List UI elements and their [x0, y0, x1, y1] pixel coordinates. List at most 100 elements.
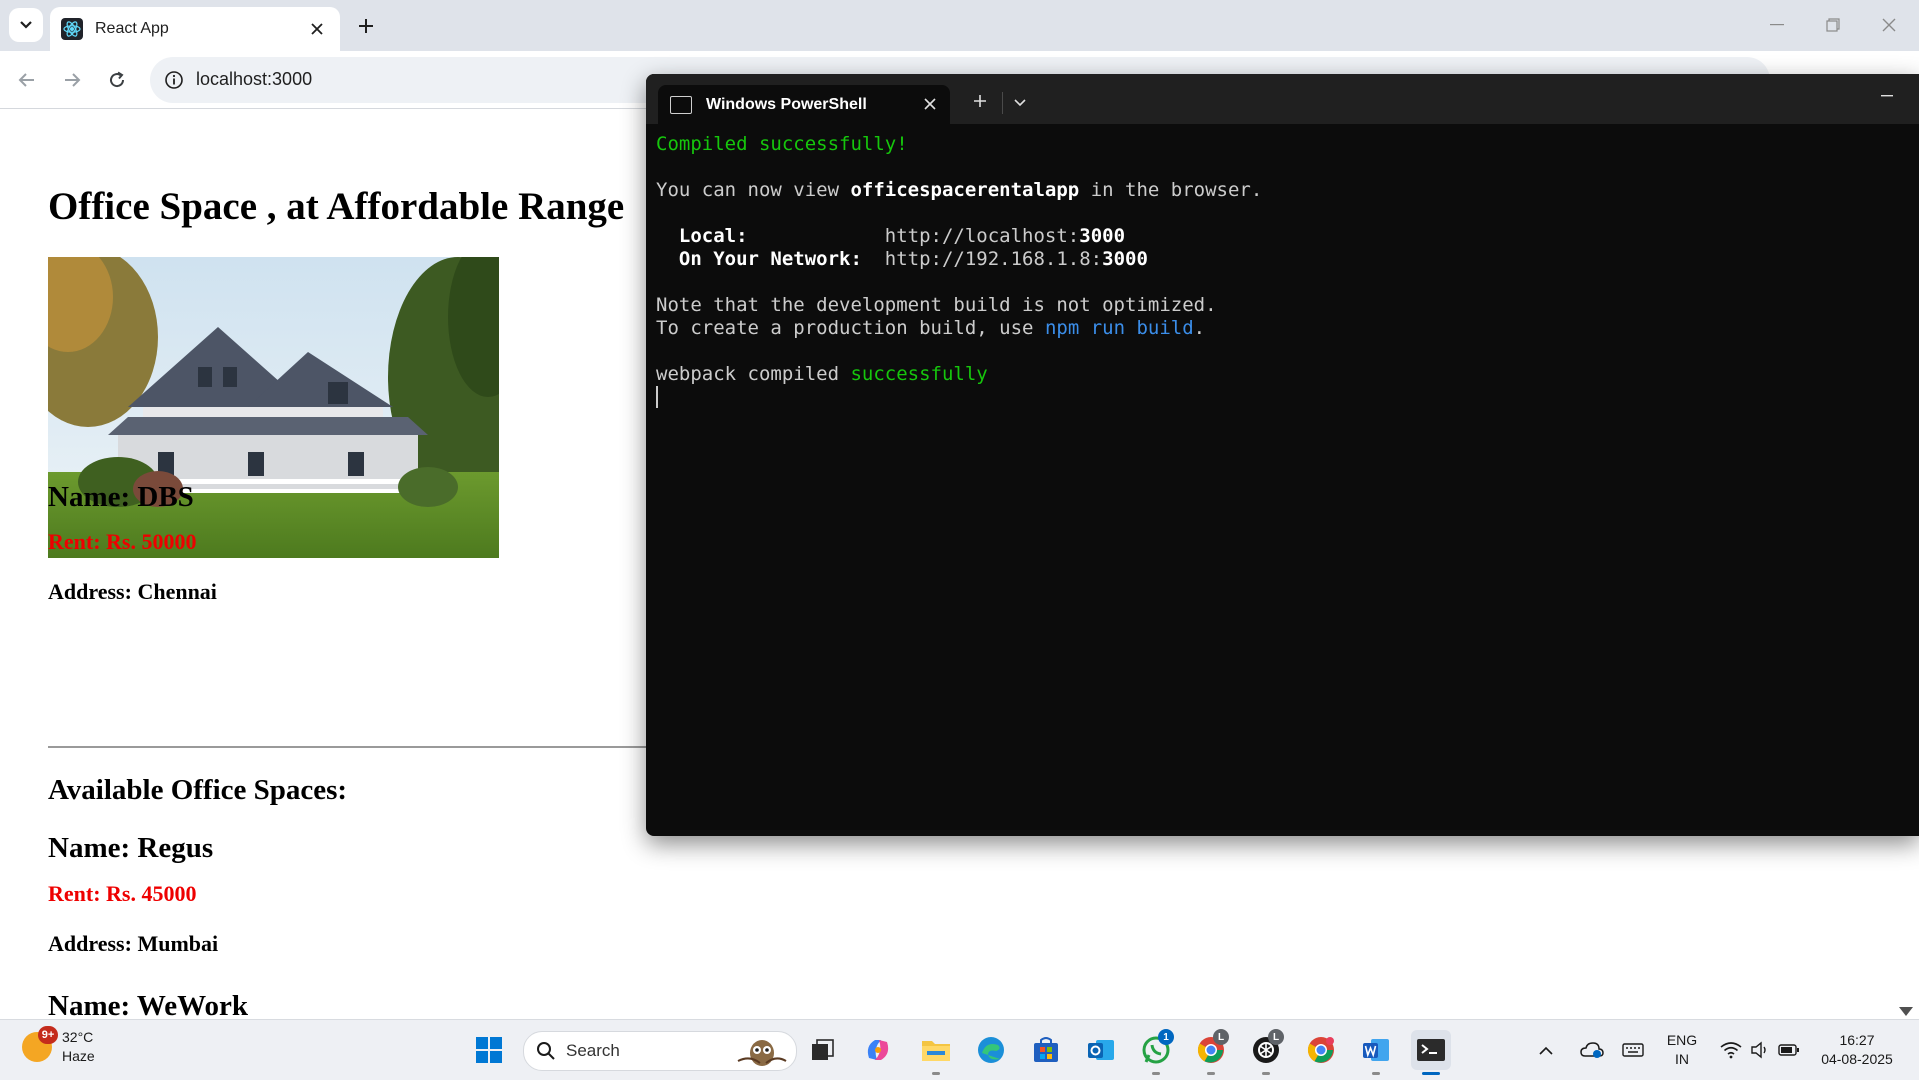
terminal-button[interactable]	[1411, 1030, 1451, 1070]
office-item-address: Address: Mumbai	[48, 931, 219, 956]
word-icon	[1363, 1039, 1389, 1061]
terminal-titlebar-separator	[1002, 92, 1003, 114]
start-button[interactable]	[469, 1030, 509, 1070]
input-language-indicator[interactable]: ENG IN	[1660, 1031, 1704, 1069]
chevron-down-icon	[20, 21, 32, 29]
terminal-new-tab-button[interactable]	[969, 90, 991, 112]
react-logo-icon	[61, 18, 83, 40]
terminal-tab[interactable]: Windows PowerShell	[658, 85, 950, 124]
plus-icon	[974, 95, 986, 107]
battery-icon	[1778, 1044, 1799, 1056]
task-view-button[interactable]	[803, 1030, 843, 1070]
new-tab-button[interactable]	[352, 12, 380, 40]
clock[interactable]: 16:27 04-08-2025	[1814, 1031, 1900, 1069]
reload-button[interactable]	[102, 65, 132, 95]
terminal-network-port: 3000	[1102, 248, 1148, 270]
chrome-icon	[1307, 1037, 1334, 1063]
office-item-rent: Rent: Rs. 45000	[48, 881, 197, 906]
reload-icon	[110, 71, 125, 88]
forward-button[interactable]	[57, 65, 87, 95]
chevron-up-icon	[1539, 1046, 1553, 1055]
taskbar-search-box[interactable]: Search	[523, 1031, 797, 1071]
running-indicator	[1207, 1072, 1215, 1075]
terminal-network-url: http://192.168.1.8:	[861, 248, 1103, 270]
word-button[interactable]	[1356, 1030, 1396, 1070]
whatsapp-unread-badge: 1	[1158, 1029, 1174, 1045]
terminal-app-name: officespacerentalapp	[850, 179, 1080, 201]
terminal-titlebar[interactable]: Windows PowerShell	[646, 74, 1919, 124]
terminal-tab-close-button[interactable]	[920, 94, 940, 114]
back-button[interactable]	[12, 65, 42, 95]
terminal-text: .	[1193, 317, 1206, 339]
touch-keyboard-button[interactable]	[1617, 1030, 1649, 1070]
office-item-name: Name: WeWork	[48, 990, 249, 1019]
window-minimize-button[interactable]	[1754, 12, 1800, 38]
minimize-icon	[1770, 24, 1784, 26]
terminal-dropdown-button[interactable]	[1009, 92, 1031, 114]
terminal-line-compiled: Compiled successfully!	[656, 133, 908, 155]
featured-office-name: Name: DBS	[48, 481, 194, 513]
tab-search-dropdown-button[interactable]	[9, 8, 43, 42]
clock-time: 16:27	[1839, 1032, 1875, 1048]
keyboard-icon	[1622, 1043, 1644, 1057]
windows-logo-icon	[476, 1037, 502, 1063]
onedrive-status-button[interactable]	[1576, 1030, 1608, 1070]
profile-badge: L	[1213, 1029, 1229, 1045]
tab-title: React App	[95, 20, 169, 37]
outlook-icon	[1088, 1040, 1114, 1060]
clock-date: 04-08-2025	[1821, 1051, 1893, 1067]
microsoft-store-button[interactable]	[1026, 1030, 1066, 1070]
task-view-icon	[812, 1039, 834, 1060]
running-indicator	[1262, 1072, 1270, 1075]
chevron-down-icon	[1014, 99, 1026, 107]
terminal-tab-title: Windows PowerShell	[706, 95, 867, 113]
terminal-local-label: Local:	[656, 225, 748, 247]
copilot-button[interactable]	[858, 1030, 898, 1070]
terminal-text: You can now view	[656, 179, 851, 201]
terminal-webpack-status: successfully	[850, 363, 988, 385]
terminal-network-label: On Your Network:	[656, 248, 862, 270]
terminal-minimize-button[interactable]	[1875, 86, 1899, 106]
cloud-sync-icon	[1580, 1042, 1604, 1058]
close-icon	[924, 98, 936, 110]
edge-button[interactable]	[971, 1030, 1011, 1070]
browser-tab-react-app[interactable]: React App	[50, 7, 340, 51]
weather-condition: Haze	[62, 1048, 95, 1064]
restore-icon	[1826, 18, 1840, 32]
tab-close-button[interactable]	[306, 18, 328, 40]
quick-settings-button[interactable]	[1715, 1030, 1805, 1070]
edge-icon	[978, 1037, 1004, 1063]
folder-icon	[922, 1041, 950, 1061]
region-code: IN	[1675, 1051, 1689, 1067]
terminal-note: Note that the development build is not o…	[656, 294, 1217, 316]
wifi-icon	[1720, 1042, 1742, 1059]
show-hidden-icons-button[interactable]	[1534, 1030, 1558, 1070]
browser-tabstrip: React App	[0, 0, 1919, 51]
windows-taskbar: 9+ 32°C Haze Search 1 L L ENG IN 16:27 0…	[0, 1019, 1919, 1080]
office-item-name: Name: Regus	[48, 832, 214, 864]
weather-widget[interactable]: 9+ 32°C Haze	[22, 1026, 95, 1066]
page-title: Office Space , at Affordable Range	[48, 185, 625, 228]
terminal-text: in the browser.	[1079, 179, 1263, 201]
copilot-icon	[867, 1040, 889, 1060]
terminal-output[interactable]: Compiled successfully! You can now view …	[656, 133, 1919, 836]
terminal-npm-command: npm run build	[1044, 317, 1194, 339]
running-indicator	[932, 1072, 940, 1075]
close-icon	[311, 23, 323, 35]
terminal-cursor	[656, 386, 658, 408]
weather-sun-icon: 9+	[22, 1026, 58, 1062]
outlook-button[interactable]	[1081, 1030, 1121, 1070]
site-info-icon[interactable]	[164, 70, 184, 90]
window-restore-button[interactable]	[1810, 12, 1856, 38]
powershell-window[interactable]: Windows PowerShell Compiled successfully…	[646, 74, 1919, 836]
file-explorer-button[interactable]	[916, 1030, 956, 1070]
search-placeholder: Search	[566, 1041, 620, 1060]
scroll-down-arrow[interactable]	[1899, 1007, 1913, 1016]
terminal-local-port: 3000	[1079, 225, 1126, 247]
chrome-profile-button[interactable]	[1301, 1030, 1341, 1070]
minimize-icon	[1881, 95, 1893, 97]
notification-badge: 9+	[38, 1026, 58, 1044]
window-close-button[interactable]	[1866, 12, 1912, 38]
language-code: ENG	[1666, 1032, 1698, 1048]
plus-icon	[359, 19, 373, 33]
